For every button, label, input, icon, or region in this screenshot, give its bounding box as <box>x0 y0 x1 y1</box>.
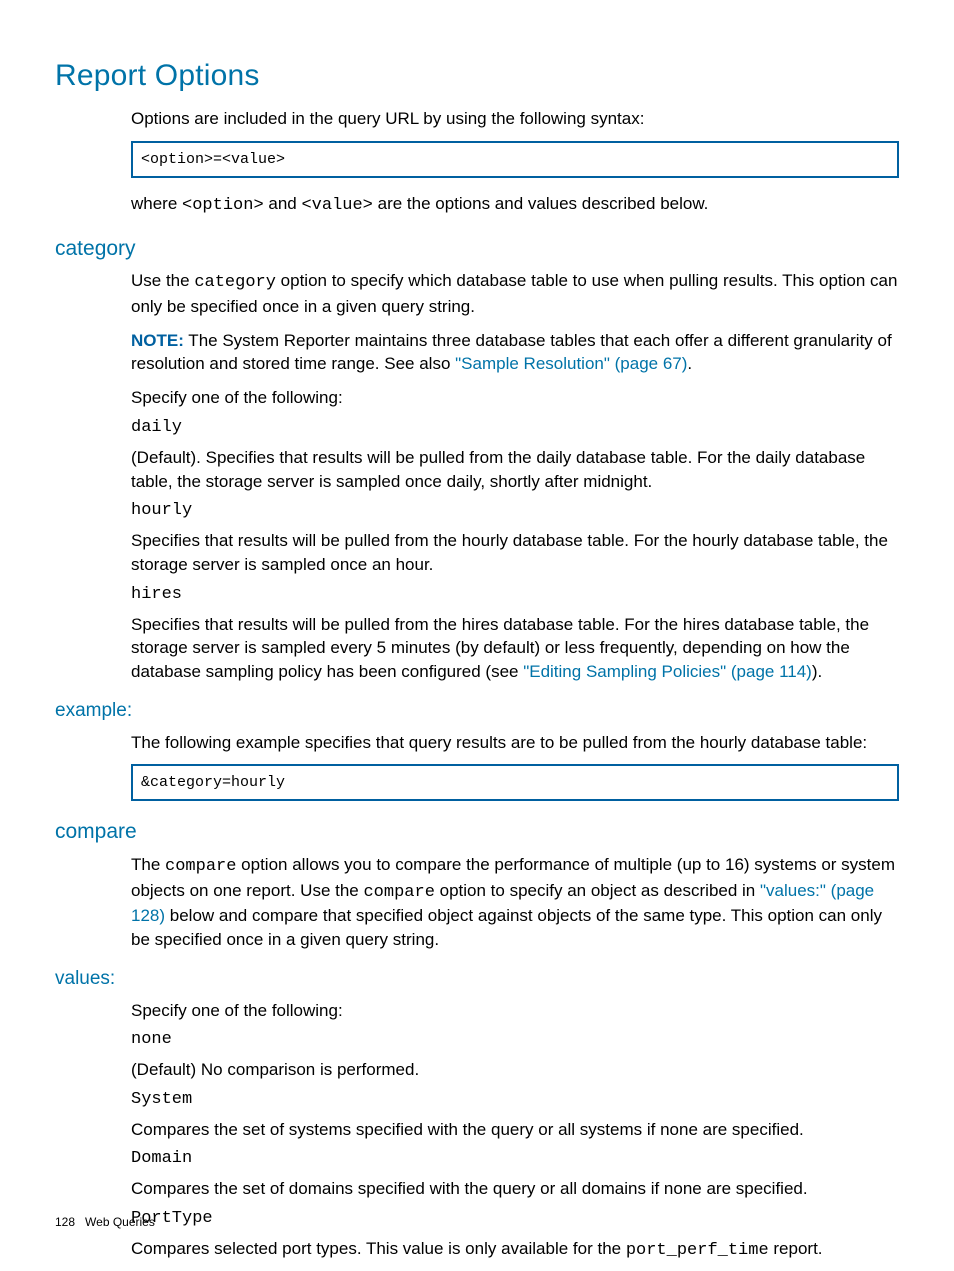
text-fragment: Use the <box>131 271 194 290</box>
inline-code-category: category <box>194 273 276 292</box>
example-block: The following example specifies that que… <box>131 731 899 802</box>
code-box-syntax: <option>=<value> <box>131 141 899 178</box>
text-fragment: below and compare that specified object … <box>131 906 882 949</box>
compare-text: The compare option allows you to compare… <box>131 853 899 952</box>
values-specify: Specify one of the following: <box>131 999 899 1023</box>
category-block: Use the category option to specify which… <box>131 269 899 684</box>
value-hires-desc: Specifies that results will be pulled fr… <box>131 613 899 684</box>
intro-text: Options are included in the query URL by… <box>131 107 899 131</box>
heading-report-options: Report Options <box>55 55 899 97</box>
value-porttype-code: PortType <box>131 1207 899 1231</box>
text-fragment: are the options and values described bel… <box>373 194 709 213</box>
page-content: Report Options Options are included in t… <box>0 0 954 1263</box>
value-system-desc: Compares the set of systems specified wi… <box>131 1118 899 1142</box>
text-fragment: ). <box>812 662 822 681</box>
footer-section-title: Web Queries <box>85 1215 155 1229</box>
page-footer: 128 Web Queries <box>55 1214 155 1231</box>
text-fragment: . <box>687 354 692 373</box>
text-fragment: where <box>131 194 182 213</box>
note-paragraph: NOTE: The System Reporter maintains thre… <box>131 329 899 377</box>
text-fragment: option to specify an object as described… <box>435 881 760 900</box>
value-hires-code: hires <box>131 583 899 607</box>
value-none-desc: (Default) No comparison is performed. <box>131 1058 899 1082</box>
inline-code-option: <option> <box>182 196 264 215</box>
text-fragment: and <box>264 194 302 213</box>
specify-line: Specify one of the following: <box>131 386 899 410</box>
inline-code-compare: compare <box>363 883 434 902</box>
inline-code-value: <value> <box>301 196 372 215</box>
value-domain-desc: Compares the set of domains specified wi… <box>131 1177 899 1201</box>
value-hourly-desc: Specifies that results will be pulled fr… <box>131 529 899 577</box>
note-label: NOTE: <box>131 331 184 350</box>
value-none-code: none <box>131 1028 899 1052</box>
link-editing-sampling-policies[interactable]: "Editing Sampling Policies" (page 114) <box>523 662 812 681</box>
example-text: The following example specifies that que… <box>131 731 899 755</box>
category-intro: Use the category option to specify which… <box>131 269 899 319</box>
value-daily-desc: (Default). Specifies that results will b… <box>131 446 899 494</box>
text-fragment: The <box>131 855 165 874</box>
heading-category: category <box>55 234 899 263</box>
inline-code-compare: compare <box>165 857 236 876</box>
value-daily-code: daily <box>131 416 899 440</box>
intro-block: Options are included in the query URL by… <box>131 107 899 218</box>
intro-where-text: where <option> and <value> are the optio… <box>131 192 899 218</box>
heading-compare: compare <box>55 817 899 846</box>
text-fragment: Compares selected port types. This value… <box>131 1239 626 1258</box>
value-system-code: System <box>131 1088 899 1112</box>
value-hourly-code: hourly <box>131 499 899 523</box>
footer-page-number: 128 <box>55 1215 75 1229</box>
values-block: Specify one of the following: none (Defa… <box>131 999 899 1263</box>
value-domain-code: Domain <box>131 1147 899 1171</box>
value-porttype-desc: Compares selected port types. This value… <box>131 1237 899 1263</box>
text-fragment: report. <box>769 1239 823 1258</box>
code-box-example: &category=hourly <box>131 764 899 801</box>
compare-block: The compare option allows you to compare… <box>131 853 899 952</box>
heading-values: values: <box>55 966 899 993</box>
heading-example: example: <box>55 698 899 725</box>
inline-code-port-perf-time: port_perf_time <box>626 1241 769 1260</box>
link-sample-resolution[interactable]: "Sample Resolution" (page 67) <box>455 354 687 373</box>
